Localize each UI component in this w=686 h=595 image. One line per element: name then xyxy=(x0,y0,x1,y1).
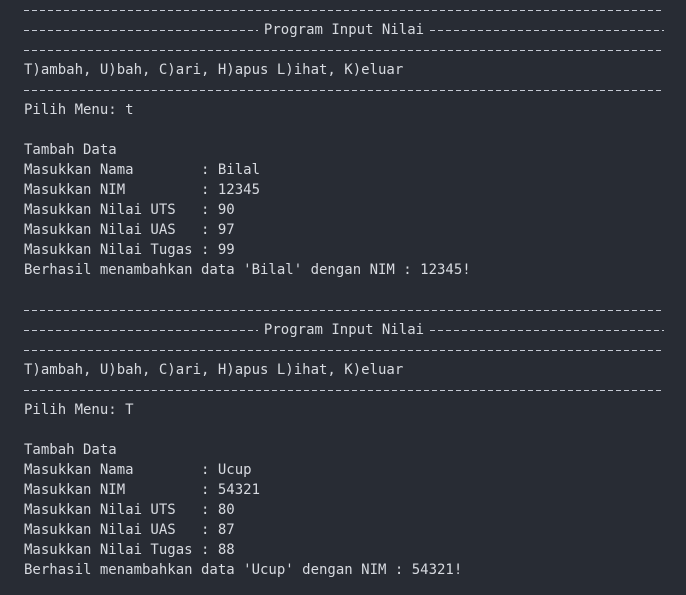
banner-dashes-left xyxy=(24,329,258,331)
field-nama: Masukkan Nama : Bilal xyxy=(24,162,261,178)
menu-prompt: Pilih Menu: t xyxy=(24,102,134,118)
field-nilai-uas: Masukkan Nilai UAS : 97 xyxy=(24,222,235,238)
separator-line xyxy=(24,380,664,400)
separator-line xyxy=(24,80,664,100)
banner-dashes-right xyxy=(430,329,664,331)
program-title: Program Input Nilai xyxy=(263,322,425,338)
field-nilai-uts: Masukkan Nilai UTS : 80 xyxy=(24,502,235,518)
menu-options: T)ambah, U)bah, C)ari, H)apus L)ihat, K)… xyxy=(24,362,404,378)
field-nim: Masukkan NIM : 12345 xyxy=(24,182,261,198)
field-nilai-uas: Masukkan Nilai UAS : 87 xyxy=(24,522,235,538)
separator-line xyxy=(24,0,664,20)
program-title-banner: Program Input Nilai xyxy=(24,20,664,40)
section-heading: Tambah Data xyxy=(24,442,117,458)
program-title-banner: Program Input Nilai xyxy=(24,320,664,340)
separator-line xyxy=(24,300,664,320)
success-message: Berhasil menambahkan data 'Bilal' dengan… xyxy=(24,262,471,278)
field-nama: Masukkan Nama : Ucup xyxy=(24,462,252,478)
separator-line xyxy=(24,40,664,60)
field-nim: Masukkan NIM : 54321 xyxy=(24,482,261,498)
field-nilai-uts: Masukkan Nilai UTS : 90 xyxy=(24,202,235,218)
success-message: Berhasil menambahkan data 'Ucup' dengan … xyxy=(24,562,463,578)
section-heading: Tambah Data xyxy=(24,142,117,158)
menu-options: T)ambah, U)bah, C)ari, H)apus L)ihat, K)… xyxy=(24,62,404,78)
field-nilai-tugas: Masukkan Nilai Tugas : 88 xyxy=(24,542,235,558)
program-title: Program Input Nilai xyxy=(263,22,425,38)
banner-dashes-left xyxy=(24,29,258,31)
field-nilai-tugas: Masukkan Nilai Tugas : 99 xyxy=(24,242,235,258)
menu-prompt: Pilih Menu: T xyxy=(24,402,134,418)
banner-dashes-right xyxy=(430,29,664,31)
separator-line xyxy=(24,340,664,360)
terminal-output: Program Input Nilai T)ambah, U)bah, C)ar… xyxy=(24,0,664,580)
